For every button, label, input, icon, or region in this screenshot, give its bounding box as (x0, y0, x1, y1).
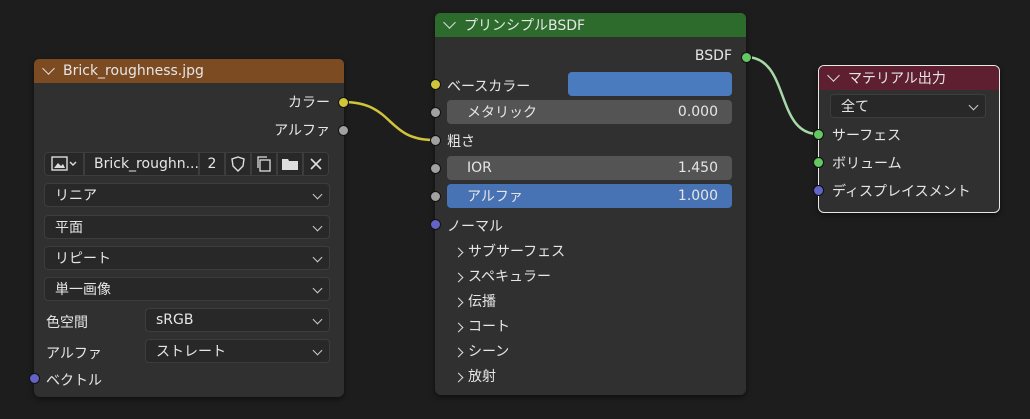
roughness-label: 粗さ (447, 134, 475, 150)
volume-label: ボリューム (832, 156, 902, 172)
fake-user-button[interactable] (225, 152, 251, 176)
output-node-header[interactable]: マテリアル出力 (819, 66, 999, 90)
extension-dropdown[interactable]: リピート (44, 246, 330, 270)
chevron-down-icon (312, 345, 323, 356)
image-browse-button[interactable] (44, 152, 84, 176)
source-dropdown[interactable]: 単一画像 (44, 277, 330, 301)
chevron-down-icon (312, 252, 323, 263)
panel-coat[interactable]: コート (453, 316, 510, 336)
alpha-mode-label: アルファ (46, 346, 102, 362)
colorspace-dropdown[interactable]: sRGB (145, 308, 330, 332)
bsdf-node-title: プリンシプルBSDF (464, 18, 586, 34)
alpha-field[interactable]: アルファ 1.000 (447, 184, 732, 208)
normal-label: ノーマル (447, 219, 503, 235)
link-color-to-roughness[interactable] (342, 100, 435, 142)
panel-subsurface[interactable]: サブサーフェス (453, 241, 565, 261)
bsdf-node-header[interactable]: プリンシプルBSDF (435, 13, 746, 37)
image-name: Brick_roughn... (94, 156, 199, 172)
folder-icon (282, 159, 298, 170)
panel-emission[interactable]: 放射 (453, 366, 496, 386)
chevron-down-icon[interactable] (42, 62, 55, 75)
image-node-header[interactable]: Brick_roughness.jpg (34, 59, 344, 83)
metallic-input-socket[interactable] (430, 107, 441, 118)
roughness-input-socket[interactable] (430, 135, 441, 146)
panel-transmission[interactable]: 伝播 (453, 291, 496, 311)
ior-input-socket[interactable] (430, 163, 441, 174)
alpha-output-label: アルファ (274, 123, 330, 139)
image-name-field[interactable]: Brick_roughn... (84, 152, 199, 176)
image-icon (51, 156, 77, 171)
open-image-button[interactable] (277, 152, 303, 176)
surface-label: サーフェス (832, 128, 902, 144)
alpha-output-socket[interactable] (338, 125, 349, 136)
chevron-down-icon (312, 283, 323, 294)
output-node-title: マテリアル出力 (848, 71, 946, 87)
base-color-input-socket[interactable] (430, 79, 441, 90)
duplicate-icon (257, 156, 271, 172)
bsdf-output-socket[interactable] (741, 52, 752, 63)
projection-dropdown[interactable]: 平面 (44, 215, 330, 239)
color-output-label: カラー (288, 95, 330, 111)
chevron-right-icon (453, 372, 464, 383)
duplicate-image-button[interactable] (251, 152, 277, 176)
bsdf-output-label: BSDF (694, 48, 732, 64)
ior-field[interactable]: IOR 1.450 (447, 156, 732, 180)
base-color-swatch[interactable] (568, 72, 732, 96)
chevron-right-icon (453, 322, 464, 333)
target-dropdown[interactable]: 全て (830, 94, 986, 118)
shield-icon (231, 156, 245, 172)
alpha-input-socket[interactable] (430, 191, 441, 202)
base-color-label: ベースカラー (447, 79, 531, 95)
vector-input-socket[interactable] (29, 373, 40, 384)
chevron-right-icon (453, 247, 464, 258)
alpha-mode-dropdown[interactable]: ストレート (145, 339, 330, 363)
chevron-down-icon[interactable] (827, 69, 840, 82)
image-users-count[interactable]: 2 (199, 152, 225, 176)
unlink-image-button[interactable] (303, 152, 329, 176)
image-node-title: Brick_roughness.jpg (63, 63, 204, 79)
material-output-node[interactable]: マテリアル出力 全て サーフェス ボリューム ディスプレイスメント (818, 65, 1000, 213)
chevron-down-icon (312, 189, 323, 200)
chevron-right-icon (453, 297, 464, 308)
close-icon (310, 158, 322, 170)
chevron-right-icon (453, 272, 464, 283)
chevron-down-icon[interactable] (443, 16, 456, 29)
metallic-field[interactable]: メタリック 0.000 (447, 100, 732, 124)
link-bsdf-to-surface[interactable] (745, 55, 819, 136)
chevron-right-icon (453, 347, 464, 358)
principled-bsdf-node[interactable]: プリンシプルBSDF BSDF ベースカラー メタリック 0.000 粗さ IOR… (435, 13, 746, 395)
panel-sheen[interactable]: シーン (453, 341, 509, 361)
volume-input-socket[interactable] (813, 157, 824, 168)
chevron-down-icon (968, 100, 979, 111)
vector-input-label: ベクトル (46, 373, 102, 389)
chevron-down-icon (312, 221, 323, 232)
displacement-input-socket[interactable] (813, 185, 824, 196)
displacement-label: ディスプレイスメント (832, 184, 971, 200)
panel-specular[interactable]: スペキュラー (453, 266, 551, 286)
image-texture-node[interactable]: Brick_roughness.jpg カラー アルファ Brick_rough… (34, 59, 344, 397)
chevron-down-icon (312, 314, 323, 325)
color-output-socket[interactable] (338, 97, 349, 108)
normal-input-socket[interactable] (430, 219, 441, 230)
surface-input-socket[interactable] (813, 129, 824, 140)
interpolation-dropdown[interactable]: リニア (44, 183, 330, 207)
colorspace-label: 色空間 (46, 315, 88, 331)
